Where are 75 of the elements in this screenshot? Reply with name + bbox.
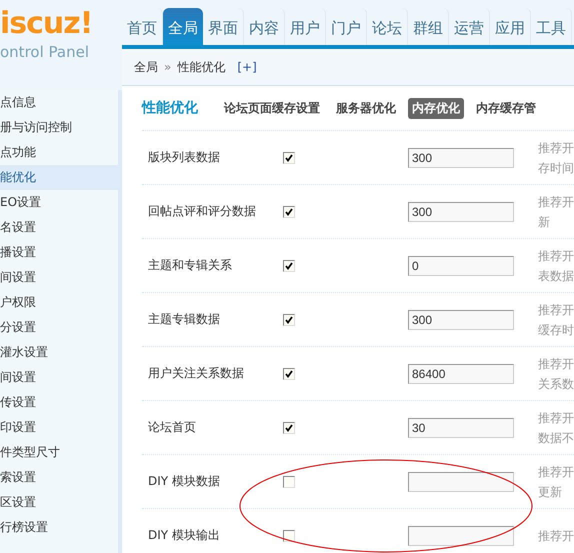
sidebar-item[interactable]: 行榜设置	[0, 515, 118, 540]
sub-tab[interactable]: 内存缓存管	[472, 98, 540, 118]
sidebar-item[interactable]: 间设置	[0, 265, 118, 290]
hint-text: 推荐开	[538, 248, 574, 264]
hint-text: 新	[538, 214, 551, 230]
sidebar-item[interactable]: 点信息	[0, 90, 118, 115]
sidebar-item[interactable]: 间设置	[0, 365, 118, 390]
input-field[interactable]: 86400	[408, 364, 514, 384]
check-icon	[285, 154, 293, 162]
hint-text: 关系数	[538, 376, 574, 392]
hint-text: 推荐开	[538, 194, 574, 210]
checkbox[interactable]	[283, 476, 295, 488]
hint-text: 缓存时	[538, 322, 574, 338]
input-field[interactable]	[408, 472, 514, 492]
hint-text: 数据不	[538, 430, 574, 446]
sidebar-item[interactable]: 传设置	[0, 390, 118, 415]
checkbox[interactable]	[283, 206, 295, 218]
check-icon	[285, 424, 293, 432]
sidebar-item[interactable]: EO设置	[0, 190, 118, 215]
checkbox[interactable]	[283, 314, 295, 326]
check-icon	[285, 316, 293, 324]
sub-tab[interactable]: 内存优化	[408, 98, 464, 118]
input-field[interactable]: 300	[408, 148, 514, 168]
breadcrumb-item[interactable]: 全局	[134, 58, 158, 76]
input-field[interactable]: 0	[408, 256, 514, 276]
sidebar-item[interactable]: 点功能	[0, 140, 118, 165]
check-icon	[285, 370, 293, 378]
add-link[interactable]: [+]	[237, 60, 257, 74]
hint-text: 更新	[538, 484, 563, 500]
sidebar-item[interactable]: 件类型尺寸	[0, 440, 118, 465]
setting-label: 版块列表数据	[148, 149, 221, 166]
logo-subtitle: ontrol Panel	[0, 42, 89, 62]
sidebar-item[interactable]: 播设置	[0, 240, 118, 265]
setting-label: 回帖点评和评分数据	[148, 203, 257, 220]
setting-label: 主题和专辑关系	[148, 257, 233, 274]
setting-label: 主题专辑数据	[148, 311, 221, 328]
input-field[interactable]: 300	[408, 310, 514, 330]
breadcrumb-item: 性能优化	[177, 58, 226, 76]
checkbox[interactable]	[283, 152, 295, 164]
check-icon	[285, 262, 293, 270]
checkbox[interactable]	[283, 422, 295, 434]
hint-text: 存时间	[538, 160, 574, 176]
hint-text: 推荐开	[538, 528, 574, 544]
sub-tab[interactable]: 论坛页面缓存设置	[220, 98, 324, 118]
setting-label: 用户关注关系数据	[148, 365, 245, 382]
hint-text: 推荐开	[538, 140, 574, 156]
nav-tab[interactable]: 全局	[163, 8, 203, 45]
hint-text: 推荐开	[538, 356, 574, 372]
sidebar-item[interactable]: 户权限	[0, 290, 118, 315]
hint-text: 推荐开	[538, 464, 574, 480]
sidebar-item[interactable]: 区设置	[0, 490, 118, 515]
sidebar-item[interactable]: 分设置	[0, 315, 118, 340]
input-field[interactable]: 300	[408, 202, 514, 222]
checkbox[interactable]	[283, 368, 295, 380]
sidebar-item[interactable]: 名设置	[0, 215, 118, 240]
hint-text: 推荐开	[538, 302, 574, 318]
checkbox[interactable]	[283, 260, 295, 272]
setting-label: DIY 模块输出	[148, 527, 221, 544]
hint-text: 推荐开	[538, 410, 574, 426]
sub-tab[interactable]: 服务器优化	[332, 98, 400, 118]
input-field[interactable]	[408, 526, 514, 546]
input-field[interactable]: 30	[408, 418, 514, 438]
sidebar-item[interactable]: 印设置	[0, 415, 118, 440]
breadcrumb-separator: »	[164, 60, 172, 74]
checkbox[interactable]	[283, 530, 295, 542]
hint-text: 表数据	[538, 268, 574, 284]
sidebar-item[interactable]: 册与访问控制	[0, 115, 118, 140]
sidebar-item[interactable]: 索设置	[0, 465, 118, 490]
sidebar-item[interactable]: 灌水设置	[0, 340, 118, 365]
setting-label: 论坛首页	[148, 419, 197, 436]
page-title: 性能优化	[142, 99, 198, 117]
setting-label: DIY 模块数据	[148, 473, 221, 490]
check-icon	[285, 208, 293, 216]
sidebar-item[interactable]: 能优化	[0, 165, 118, 190]
logo-text: iscuz!	[0, 6, 92, 42]
